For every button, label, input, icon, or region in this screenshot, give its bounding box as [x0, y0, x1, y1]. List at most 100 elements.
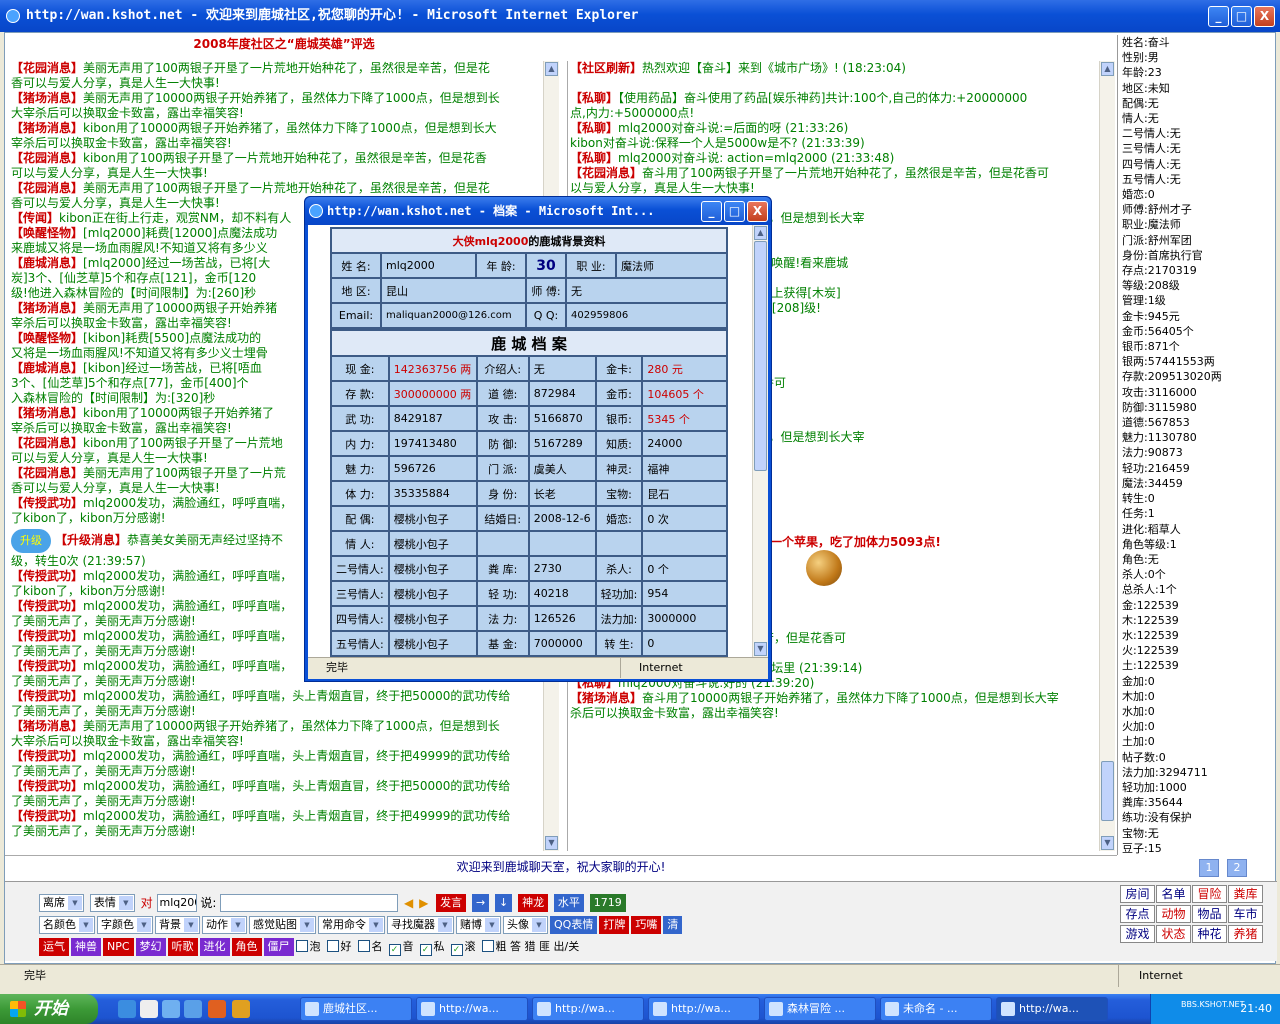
- toolbar-select[interactable]: 感觉贴图: [249, 916, 316, 934]
- smart-talk-button[interactable]: 巧嘴: [631, 916, 662, 934]
- minimize-button[interactable]: _: [1208, 6, 1229, 27]
- taskbar-task[interactable]: http://wa...: [416, 997, 528, 1021]
- room-menu-item[interactable]: 状态: [1156, 925, 1191, 943]
- age-value: 30: [525, 252, 567, 279]
- scroll-thumb[interactable]: [754, 241, 767, 471]
- feature-button[interactable]: 梦幻: [135, 938, 166, 956]
- feature-button[interactable]: 进化: [199, 938, 230, 956]
- toolbar-select[interactable]: 寻找魔器: [387, 916, 454, 934]
- feature-button[interactable]: 听歌: [167, 938, 198, 956]
- desktop-icon[interactable]: [162, 1000, 180, 1018]
- profile-field: 水加:0: [1122, 704, 1155, 718]
- room-menu-item[interactable]: 粪库: [1228, 885, 1263, 903]
- message-input[interactable]: [220, 894, 399, 912]
- room-menu-item[interactable]: 名单: [1156, 885, 1191, 903]
- room-menu-item[interactable]: 动物: [1156, 905, 1191, 923]
- right-scrollbar[interactable]: ▲ ▼: [1099, 61, 1115, 851]
- archive-cell: 0: [641, 630, 728, 657]
- close-button[interactable]: X: [1254, 6, 1275, 27]
- qq-emote-button[interactable]: QQ表情: [550, 916, 598, 934]
- media-player-icon[interactable]: [140, 1000, 158, 1018]
- toolbar-select[interactable]: 常用命令: [318, 916, 385, 934]
- room-menu-item[interactable]: 房间: [1120, 885, 1155, 903]
- toolbar-select[interactable]: 字颜色: [97, 916, 153, 934]
- app-icon[interactable]: [208, 1000, 226, 1018]
- popup-close-button[interactable]: X: [747, 201, 768, 222]
- option-checkbox[interactable]: 好: [326, 938, 352, 956]
- level-button[interactable]: 水平: [553, 894, 584, 912]
- feature-button[interactable]: 运气: [39, 938, 69, 956]
- scroll-up-icon[interactable]: ▲: [1101, 62, 1114, 76]
- option-checkbox[interactable]: 名: [357, 938, 383, 956]
- scroll-up-icon[interactable]: ▲: [754, 226, 767, 240]
- taskbar-task[interactable]: 森林冒险 ...: [764, 997, 876, 1021]
- scroll-down-icon[interactable]: ▼: [545, 836, 558, 850]
- send-button[interactable]: 发言: [436, 894, 467, 912]
- popup-maximize-button[interactable]: □: [724, 201, 745, 222]
- popup-minimize-button[interactable]: _: [701, 201, 722, 222]
- option-checkbox[interactable]: 粗 答 猎 匪 出/关: [481, 938, 579, 956]
- arrow-down-button[interactable]: ↓: [495, 894, 513, 912]
- clear-button[interactable]: 清: [663, 916, 683, 934]
- archive-cell: 法力加:: [594, 605, 644, 632]
- popup-scrollbar[interactable]: ▲ ▼: [752, 225, 768, 657]
- room-menu-item[interactable]: 游戏: [1120, 925, 1155, 943]
- emote-select[interactable]: 表情: [89, 894, 135, 912]
- taskbar-task[interactable]: 鹿城社区...: [300, 997, 412, 1021]
- apple-icon: [806, 550, 842, 586]
- archive-cell: 知质:: [594, 430, 644, 457]
- toolbar-select[interactable]: 背景: [155, 916, 200, 934]
- archive-cell: 40218: [527, 580, 597, 607]
- scroll-down-icon[interactable]: ▼: [754, 642, 767, 656]
- room-menu-item[interactable]: 种花: [1192, 925, 1227, 943]
- toolbar-select[interactable]: 动作: [202, 916, 247, 934]
- option-checkbox[interactable]: ✓ 音: [388, 938, 414, 956]
- chat-line: 【猪场消息】奋斗用了10000两银子开始养猪了，虽然体力下降了1000点，但是想…: [570, 691, 1059, 705]
- archive-row: 三号情人: 樱桃小包子轻 功: 40218 轻功加: 954: [330, 580, 728, 607]
- archive-cell: 二号情人:: [330, 555, 390, 582]
- browser-icon[interactable]: [184, 1000, 202, 1018]
- toolbar-select[interactable]: 头像: [503, 916, 548, 934]
- target-user-input[interactable]: mlq2000: [156, 894, 197, 912]
- archive-cell: 神灵:: [594, 455, 644, 482]
- taskbar-task[interactable]: 未命名 - ...: [880, 997, 992, 1021]
- room-menu-item[interactable]: 冒险: [1192, 885, 1227, 903]
- feature-button[interactable]: 神兽: [71, 938, 101, 956]
- room-menu-item[interactable]: 存点: [1120, 905, 1155, 923]
- option-checkbox[interactable]: ✓ 滚: [450, 938, 476, 956]
- status-select[interactable]: 离席: [39, 894, 84, 912]
- room-menu-item[interactable]: 车市: [1228, 905, 1263, 923]
- room-menu-item[interactable]: 养猪: [1228, 925, 1263, 943]
- feature-button[interactable]: NPC: [103, 938, 134, 956]
- taskbar-task[interactable]: http://wa...: [996, 997, 1108, 1021]
- page-1-button[interactable]: 1: [1199, 859, 1219, 877]
- user-profile-panel: 姓名:奋斗 性别:男 年龄:23 地区:未知 配偶:无 情人:无 二号情人:无 三号情人:无四…: [1117, 35, 1275, 855]
- room-menu-item[interactable]: 物品: [1192, 905, 1227, 923]
- archive-cell: 法 力:: [475, 605, 530, 632]
- scroll-thumb[interactable]: [1101, 761, 1114, 821]
- card-game-button[interactable]: 打牌: [599, 916, 630, 934]
- option-checkbox[interactable]: ✓ 私: [419, 938, 445, 956]
- game-icon[interactable]: [232, 1000, 250, 1018]
- ie-quicklaunch-icon[interactable]: [118, 1000, 136, 1018]
- option-checkbox[interactable]: 泡: [295, 938, 321, 956]
- page-2-button[interactable]: 2: [1227, 859, 1247, 877]
- profile-field: 防御:3115980: [1122, 400, 1197, 414]
- maximize-button[interactable]: □: [1231, 6, 1252, 27]
- popup-body: 大侠mlq2000的鹿城背景资料 姓 名: mlq2000 年 龄: 30 职 …: [308, 225, 768, 657]
- feature-button[interactable]: 角色: [231, 938, 262, 956]
- toolbar-select[interactable]: 名颜色: [39, 916, 95, 934]
- profile-field: 任务:1: [1122, 507, 1155, 521]
- banner-title[interactable]: 2008年度社区之“鹿城英雄”评选: [7, 33, 561, 57]
- feature-button[interactable]: 僵尸: [263, 938, 294, 956]
- prev-arrow-icon[interactable]: ◀: [404, 896, 413, 910]
- scroll-down-icon[interactable]: ▼: [1101, 836, 1114, 850]
- toolbar-select[interactable]: 赌博: [456, 916, 501, 934]
- taskbar-task[interactable]: http://wa...: [532, 997, 644, 1021]
- next-arrow-icon[interactable]: ▶: [419, 896, 428, 910]
- taskbar-task[interactable]: http://wa...: [648, 997, 760, 1021]
- shenlong-button[interactable]: 神龙: [518, 894, 549, 912]
- start-button[interactable]: 开始: [0, 994, 98, 1024]
- arrow-right-button[interactable]: →: [471, 894, 490, 912]
- scroll-up-icon[interactable]: ▲: [545, 62, 558, 76]
